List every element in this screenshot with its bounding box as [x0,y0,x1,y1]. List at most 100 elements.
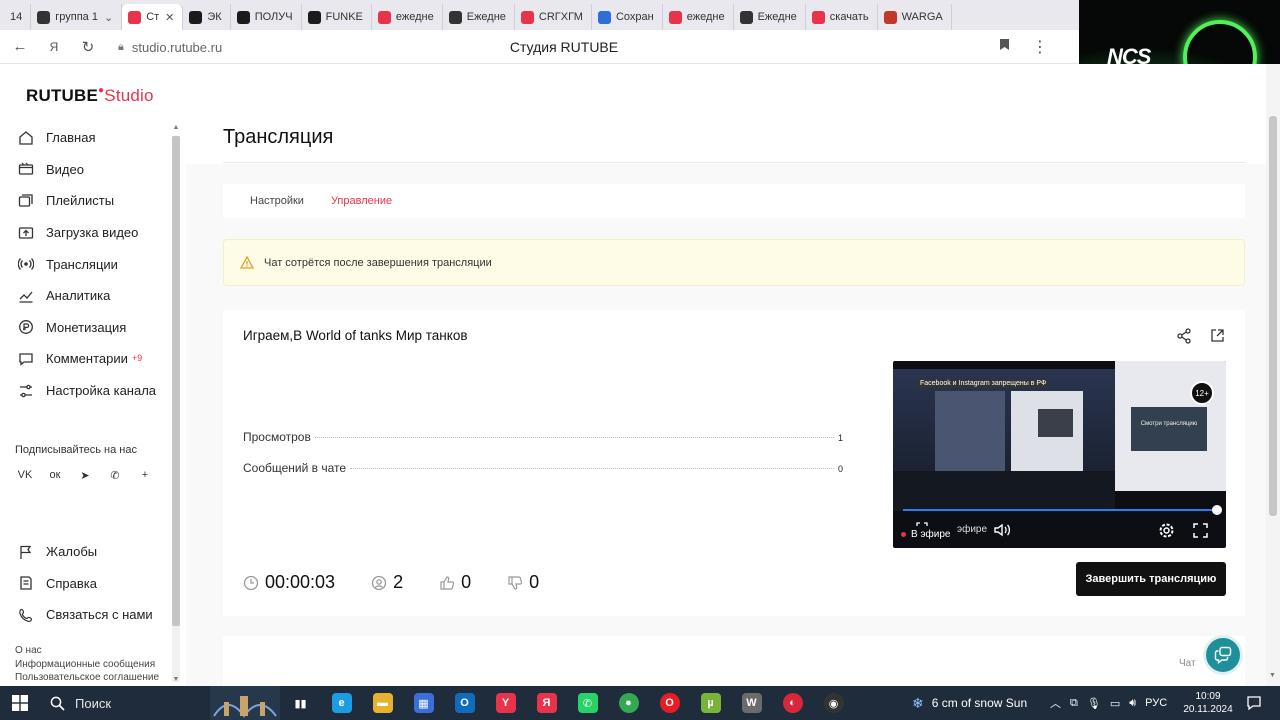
sidebar-item-upload[interactable]: Загрузка видео [0,217,172,249]
edge-icon[interactable]: e [321,686,362,720]
wot-icon[interactable]: W [731,686,772,720]
sidebar-item-analytics[interactable]: Аналитика [0,280,172,312]
browser-tab[interactable]: Сохран [592,4,663,30]
sidebar-item-contact[interactable]: Связаться с нами [0,599,172,631]
obs-icon[interactable]: ◉ [813,686,854,720]
sidebar-item-comments[interactable]: Комментарии +9 [0,343,172,375]
browser-tab[interactable]: ЭК [183,4,231,30]
browser-tab[interactable]: Ежедне [443,4,515,30]
display-icon[interactable]: ▭ [1110,697,1120,710]
browser-tab[interactable]: ежедне [372,4,443,30]
end-stream-button[interactable]: Завершить трансляцию [1076,562,1226,596]
outlook-icon[interactable]: O [444,686,485,720]
yandex-favicon [811,10,825,24]
footer-link[interactable]: Информационные сообщения [15,658,159,672]
clock-time: 10:09 [1195,691,1221,702]
menu-kebab-icon[interactable]: ⋮ [1032,37,1048,57]
page-scrollbar[interactable]: ▼ [1266,64,1280,686]
warning-icon [240,255,254,270]
browser-tab[interactable]: 14 [4,4,32,30]
tab-management[interactable]: Управление [331,184,392,218]
sidebar-item-video[interactable]: Видео [0,154,172,186]
viber-icon[interactable]: ✆ [108,468,122,482]
yandex-browser-icon[interactable]: Y [485,686,526,720]
plus-icon[interactable]: + [138,468,152,482]
notifications-icon[interactable] [1246,695,1262,716]
player-progress-bar[interactable] [903,509,1217,511]
weather-widget[interactable]: ❄ 6 cm of snow Sun [912,686,1027,720]
tray-app-icon[interactable]: ⧉ [1070,697,1078,710]
tray-chevron-icon[interactable]: ︿ [1050,695,1061,711]
sidebar: RUTUBE●Studio Главная Видео Плейлисты Загру… [0,64,186,686]
chat-bubble-icon [1214,646,1232,664]
browser-tab[interactable]: FUNKE [302,4,372,30]
sidebar-item-broadcast[interactable]: Трансляции [0,248,172,280]
browser-tab[interactable]: WARGA [878,4,952,30]
windows-logo-icon [12,695,28,711]
likes-metric: 0 [439,572,471,593]
fullscreen-icon[interactable] [1191,521,1209,539]
scroll-down-icon[interactable]: ▼ [1269,672,1276,679]
browser-tab[interactable]: группа 1 ⌄ [31,4,123,30]
chrome-icon[interactable]: ● [608,686,649,720]
start-button[interactable] [0,686,40,720]
store-icon[interactable]: ▦ [403,686,444,720]
telegram-icon[interactable]: ➤ [78,468,92,482]
scroll-down-icon[interactable]: ▼ [171,676,181,683]
player-settings-icon[interactable] [1157,521,1175,539]
stream-preview-player[interactable]: Facebook и Instagram запрещены в РФ 12+ … [893,361,1226,548]
sidebar-item-flag[interactable]: Жалобы [0,536,172,568]
money-icon [17,318,35,336]
speaker-icon[interactable]: 🔊︎ [1129,697,1136,710]
yandex-icon[interactable]: Я [526,686,567,720]
brand-logo[interactable]: RUTUBE●Studio [26,85,154,106]
ok-icon[interactable]: ок [48,468,62,482]
scroll-up-icon[interactable]: ▲ [171,124,181,131]
bookmark-icon[interactable] [999,38,1010,54]
main-content: Трансляция Настройки Управление Чат сотрё… [186,64,1266,686]
sidebar-item-home[interactable]: Главная [0,122,172,154]
views-label: Просмотров [243,430,311,444]
volume-icon[interactable] [993,521,1011,539]
scroll-thumb[interactable] [172,136,180,626]
explorer-icon[interactable]: ▬ [362,686,403,720]
stream-metrics: 00:00:03 2 0 0 [243,572,575,593]
language-indicator[interactable]: РУС [1145,697,1167,709]
player-progress-knob[interactable] [1212,505,1222,515]
microphone-icon[interactable]: 🎙︎ [1087,697,1101,710]
speed-icon[interactable]: ◐ [772,686,813,720]
page-scroll-thumb[interactable] [1269,116,1277,516]
whatsapp-icon[interactable]: ✆ [567,686,608,720]
taskbar-search[interactable]: Поиск [40,686,210,720]
tab-settings[interactable]: Настройки [250,184,304,218]
open-external-icon[interactable] [1210,328,1225,349]
clock[interactable]: 10:09 20.11.2024 [1182,690,1234,716]
browser-tab[interactable]: ежедне [663,4,734,30]
browser-tab[interactable]: Ежедне [734,4,806,30]
chat-fab-button[interactable] [1203,635,1243,675]
browser-tab[interactable]: CRГХГМ [515,4,592,30]
close-tab-icon[interactable]: ✕ [165,11,174,24]
sidebar-item-money[interactable]: Монетизация [0,312,172,344]
duration-metric: 00:00:03 [243,572,335,593]
yandex-favicon [520,10,534,24]
sidebar-item-playlist[interactable]: Плейлисты [0,185,172,217]
footer-link[interactable]: О нас [15,644,159,658]
vk-icon[interactable]: VK [18,468,33,482]
player-corner-icon[interactable] [913,519,931,537]
sidebar-item-count: +9 [131,352,143,363]
footer-link[interactable]: Пользовательское соглашение [15,671,159,685]
task-view-icon[interactable]: ▮▮ [280,686,321,720]
sidebar-item-settings[interactable]: Настройка канала [0,375,172,407]
browser-tab[interactable]: скачать [806,4,878,30]
sidebar-item-help[interactable]: Справка [0,568,172,600]
share-icon[interactable] [1176,328,1192,349]
chevron-down-icon[interactable]: ⌄ [104,11,113,24]
bridge-widget-icon[interactable] [210,686,280,720]
rutube-studio-favicon [128,10,142,24]
browser-tab[interactable]: Ст ✕ [122,4,184,30]
utorrent-icon[interactable]: µ [690,686,731,720]
sidebar-scrollbar[interactable]: ▲ ▼ [171,124,181,690]
browser-tab[interactable]: ПОЛУЧ [231,4,302,30]
opera-icon[interactable]: O [649,686,690,720]
